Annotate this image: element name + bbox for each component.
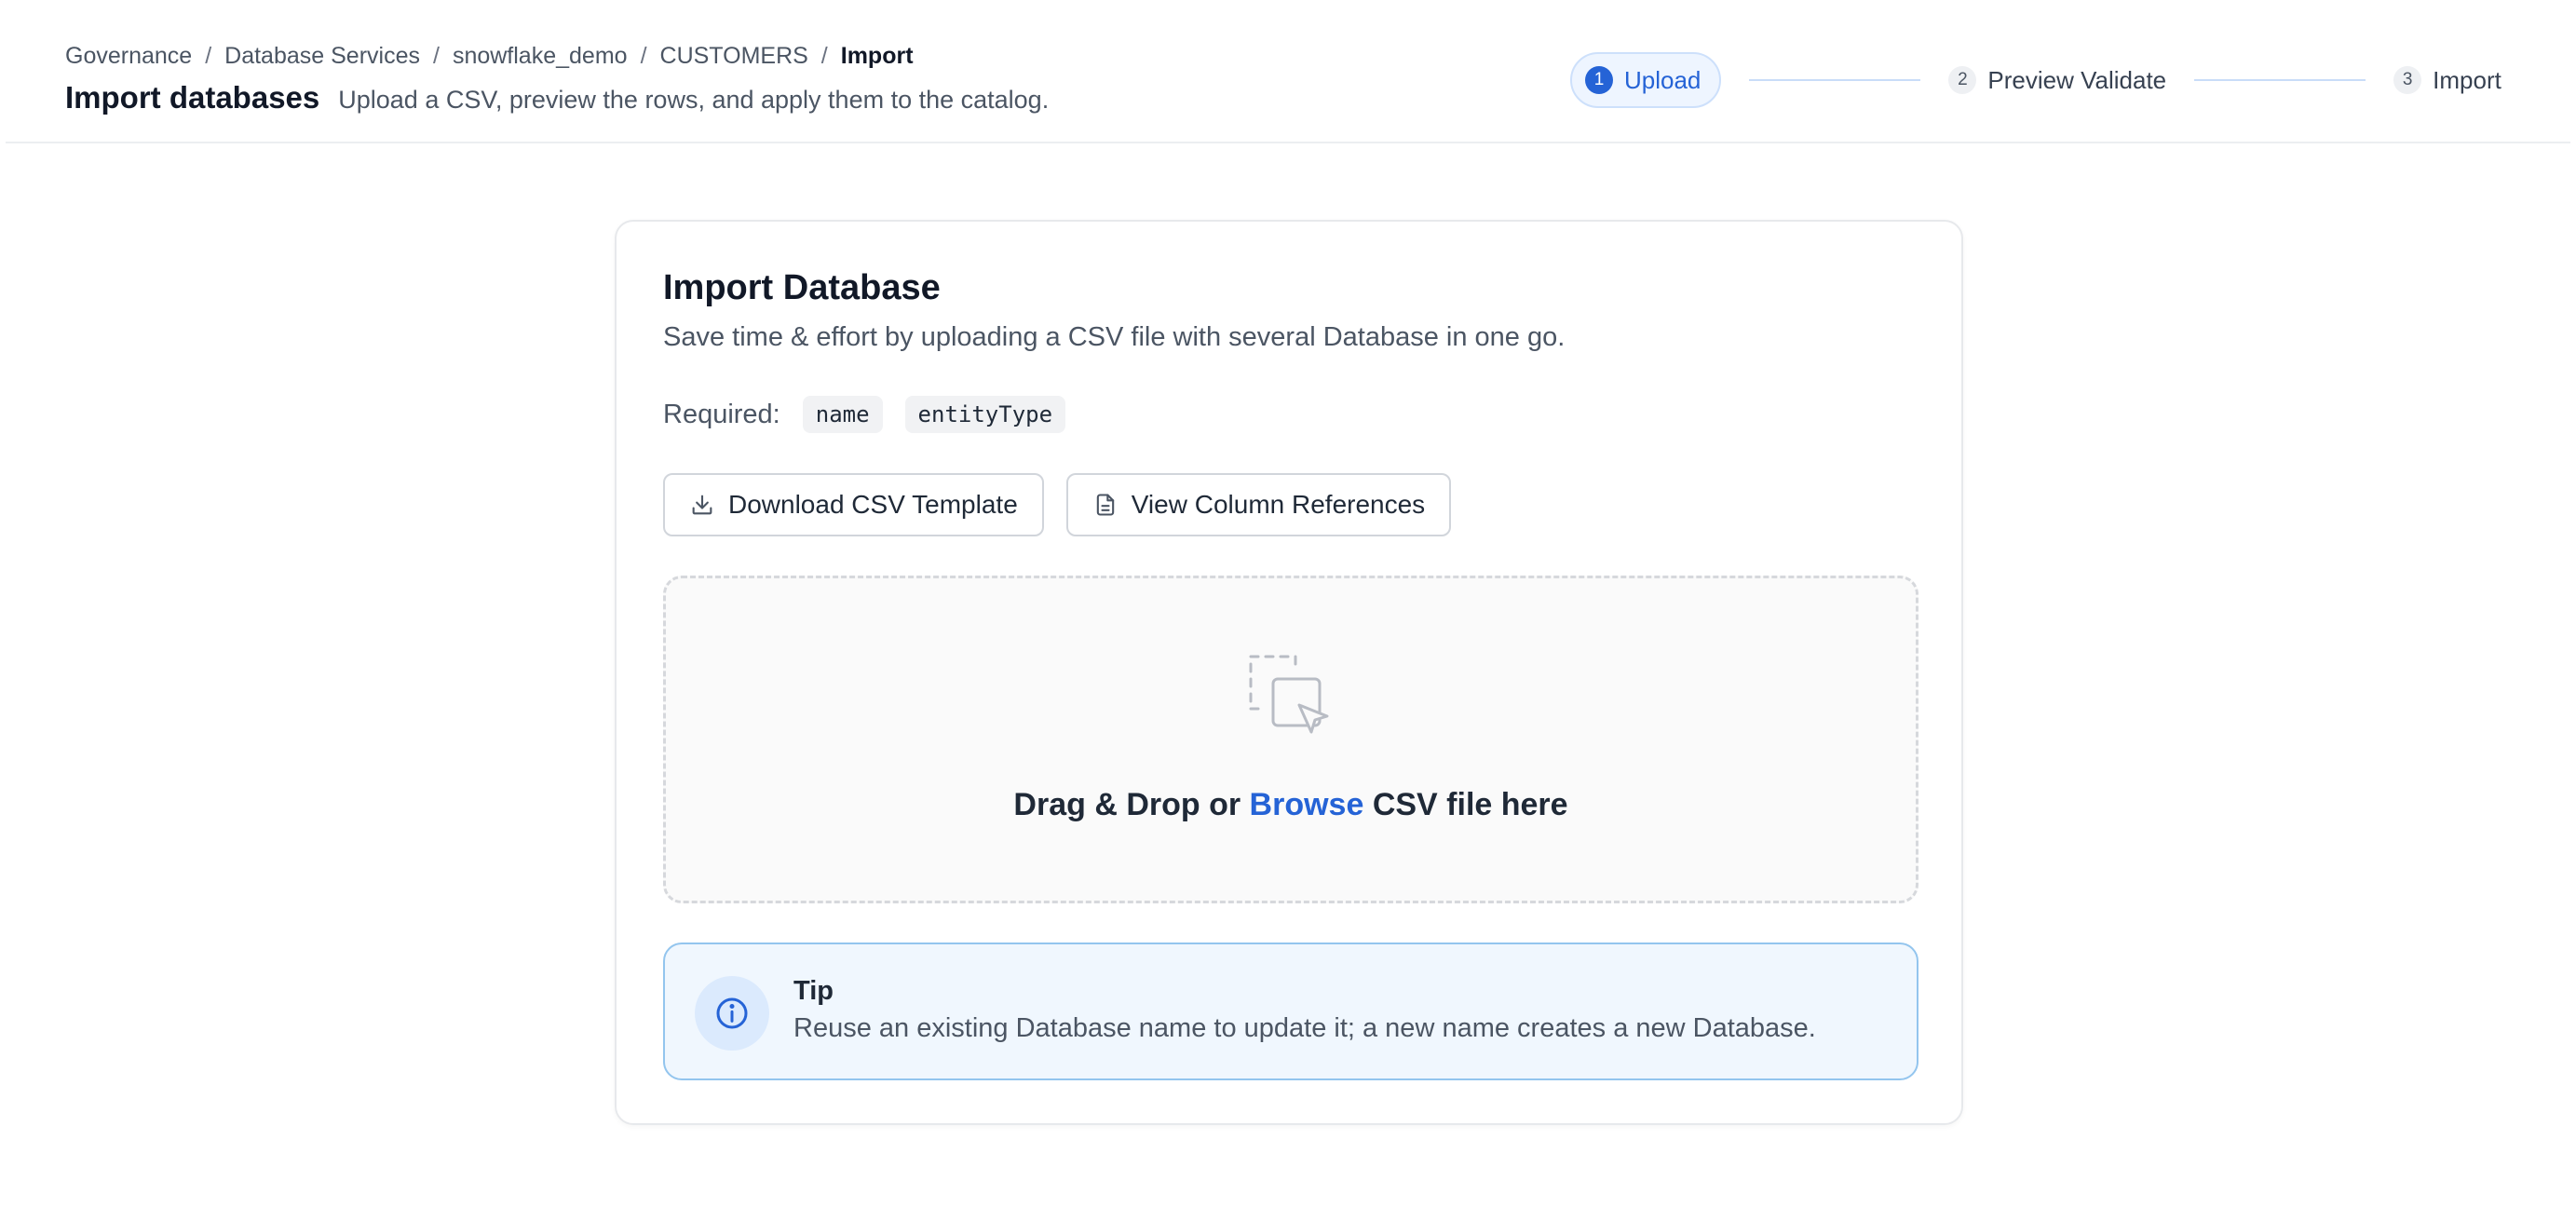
view-column-references-button[interactable]: View Column References xyxy=(1065,473,1452,536)
dropzone-text: Drag & Drop or Browse CSV file here xyxy=(666,787,1916,823)
action-buttons: Download CSV Template View Column Refere… xyxy=(663,473,1473,536)
step-preview-validate: 2 Preview Validate xyxy=(1948,66,2166,95)
title-row: Import databases Upload a CSV, preview t… xyxy=(65,80,1049,115)
step-label: Upload xyxy=(1624,65,1702,94)
browse-link[interactable]: Browse xyxy=(1250,787,1364,822)
tip-text: Reuse an existing Database name to updat… xyxy=(793,1013,1816,1043)
download-csv-template-button[interactable]: Download CSV Template xyxy=(663,473,1044,536)
breadcrumb-item-customers[interactable]: CUSTOMERS xyxy=(660,43,808,70)
info-icon xyxy=(716,997,748,1029)
required-label: Required: xyxy=(663,399,780,429)
breadcrumb: Governance / Database Services / snowfla… xyxy=(65,43,914,70)
breadcrumb-separator: / xyxy=(205,43,212,69)
dropzone-text-after: CSV file here xyxy=(1372,787,1568,822)
button-label: Download CSV Template xyxy=(728,490,1018,519)
breadcrumb-item-snowflake-demo[interactable]: snowflake_demo xyxy=(453,43,628,70)
download-icon xyxy=(692,495,712,515)
document-icon xyxy=(1096,494,1114,516)
breadcrumb-separator: / xyxy=(820,43,828,69)
card-title: Import Database xyxy=(663,268,941,307)
step-number: 1 xyxy=(1585,66,1613,94)
breadcrumb-item-governance[interactable]: Governance xyxy=(65,43,192,70)
step-import: 3 Import xyxy=(2393,66,2501,95)
tip-banner: Tip Reuse an existing Database name to u… xyxy=(663,943,1918,1080)
import-stepper: 1 Upload 2 Preview Validate 3 Import xyxy=(1570,52,2501,108)
required-field-chip: name xyxy=(802,396,883,433)
page-header: Governance / Database Services / snowfla… xyxy=(6,0,2570,143)
dropzone-text-before: Drag & Drop or xyxy=(1013,787,1241,822)
step-connector xyxy=(2194,79,2366,81)
drag-drop-icon xyxy=(1249,655,1329,734)
step-label: Import xyxy=(2433,65,2501,94)
breadcrumb-separator: / xyxy=(640,43,647,69)
page-title: Import databases xyxy=(65,80,320,115)
card-description: Save time & effort by uploading a CSV fi… xyxy=(663,322,1566,352)
button-label: View Column References xyxy=(1131,490,1426,519)
step-connector xyxy=(1749,79,1921,81)
tip-icon-badge xyxy=(695,976,769,1051)
breadcrumb-item-current: Import xyxy=(840,43,914,69)
step-number: 2 xyxy=(1948,66,1977,94)
breadcrumb-item-database-services[interactable]: Database Services xyxy=(224,43,420,70)
tip-title: Tip xyxy=(793,976,834,1006)
required-field-chip: entityType xyxy=(904,396,1066,433)
csv-dropzone[interactable]: Drag & Drop or Browse CSV file here xyxy=(663,576,1918,903)
step-label: Preview Validate xyxy=(1987,65,2167,94)
step-upload: 1 Upload xyxy=(1570,52,1722,108)
import-card: Import Database Save time & effort by up… xyxy=(615,220,1963,1125)
page-subtitle: Upload a CSV, preview the rows, and appl… xyxy=(338,86,1050,114)
step-number: 3 xyxy=(2393,66,2422,94)
breadcrumb-separator: / xyxy=(432,43,440,69)
required-fields: Required: name entityType xyxy=(663,395,1088,434)
